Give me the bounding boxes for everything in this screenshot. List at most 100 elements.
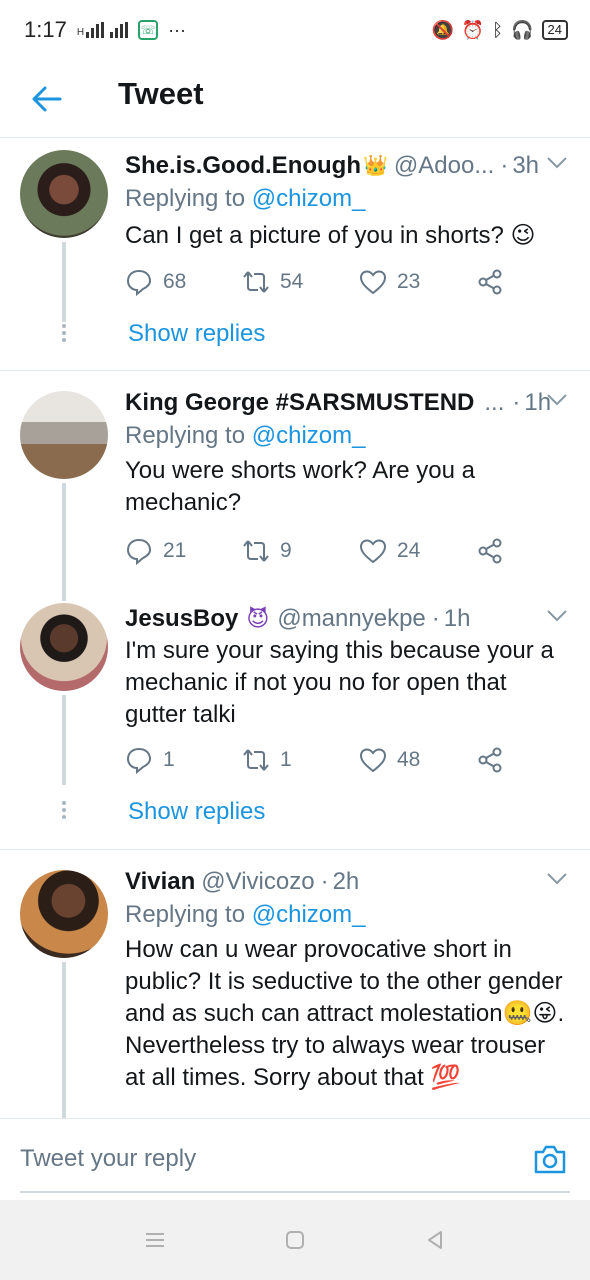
timestamp: 3h [512, 152, 540, 179]
thread-line [62, 962, 66, 1118]
tweet-actions: 68 54 23 [125, 268, 590, 296]
menu-icon[interactable] [143, 1228, 167, 1252]
thread-line [62, 242, 66, 322]
reply-button[interactable]: 1 [125, 746, 242, 774]
thread-line [62, 483, 66, 601]
replying-label: Replying to [125, 901, 246, 928]
crown-emoji: 👑 [363, 155, 388, 177]
display-name[interactable]: Vivian [125, 866, 195, 898]
time-separator: · [512, 389, 521, 416]
show-replies-link[interactable]: Show replies [128, 320, 265, 348]
display-name[interactable]: She.is.Good.Enough [125, 150, 361, 182]
chevron-down-icon[interactable] [546, 872, 568, 886]
thread-dots [61, 324, 67, 345]
chevron-down-icon[interactable] [546, 609, 568, 623]
reply-input[interactable]: Tweet your reply [20, 1145, 196, 1173]
avatar[interactable] [20, 603, 108, 691]
display-name[interactable]: JesusBoy [125, 603, 238, 635]
tweet[interactable]: King George #SARSMUSTEND ... · 1h Replyi… [0, 371, 590, 601]
like-button[interactable]: 48 [359, 746, 476, 774]
time-separator: · [500, 152, 509, 179]
like-button[interactable]: 24 [359, 537, 476, 565]
battery-level: 24 [547, 22, 562, 37]
retweet-count: 54 [280, 270, 304, 293]
network-type-label: H [76, 27, 85, 38]
more-notifications-icon: ··· [168, 19, 187, 40]
avatar[interactable] [20, 391, 108, 479]
retweet-button[interactable]: 54 [242, 268, 359, 296]
headphones-icon: 🎧 [511, 19, 534, 40]
heart-icon [359, 539, 387, 564]
back-icon[interactable] [423, 1228, 447, 1252]
mention-link[interactable]: @chizom_ [252, 185, 366, 212]
reply-count: 1 [163, 748, 175, 771]
clock: 1:17 [24, 17, 67, 42]
replying-label: Replying to [125, 422, 246, 449]
signal-icon: H [76, 22, 129, 38]
retweet-button[interactable]: 1 [242, 746, 359, 774]
system-navigation-bar [0, 1200, 590, 1280]
share-icon [478, 538, 502, 564]
retweet-icon [243, 271, 269, 293]
tweet-actions: 1 1 48 [125, 746, 590, 774]
share-button[interactable] [476, 746, 590, 774]
retweet-icon [243, 540, 269, 562]
devil-emoji: 😈 [246, 606, 270, 631]
thread-line [62, 695, 66, 785]
mention-link[interactable]: @chizom_ [252, 422, 366, 449]
time-separator: · [431, 605, 440, 632]
avatar[interactable] [20, 150, 108, 238]
camera-icon[interactable] [532, 1141, 568, 1177]
reply-button[interactable]: 68 [125, 268, 242, 296]
reply-count: 21 [163, 539, 187, 562]
reply-icon [126, 269, 152, 296]
tweet[interactable]: Vivian @Vivicozo · 2h Replying to @chizo… [0, 850, 590, 1118]
home-icon[interactable] [283, 1228, 307, 1252]
mention-link[interactable]: @chizom_ [252, 901, 366, 928]
reply-button[interactable]: 21 [125, 537, 242, 565]
retweet-button[interactable]: 9 [242, 537, 359, 565]
replying-to: Replying to @chizom_ [125, 419, 570, 453]
tweet-text: You were shorts work? Are you a mechanic… [125, 457, 475, 516]
heart-icon [359, 270, 387, 295]
tweet[interactable]: JesusBoy 😈 @mannyekpe · 1h I'm sure your… [0, 601, 590, 849]
tweet-actions: 21 9 24 [125, 537, 590, 565]
tweet[interactable]: She.is.Good.Enough 👑 @Adoo... · 3h Reply… [0, 138, 590, 370]
whatsapp-icon: ☏ [138, 20, 159, 40]
like-button[interactable]: 23 [359, 268, 476, 296]
share-button[interactable] [476, 268, 590, 296]
handle[interactable]: @mannyekpe [277, 603, 425, 635]
timestamp: 2h [332, 868, 360, 895]
share-button[interactable] [476, 537, 590, 565]
handle[interactable]: @Vivicozo [201, 866, 314, 898]
share-icon [478, 747, 502, 773]
show-replies-link[interactable]: Show replies [128, 798, 265, 826]
reply-input-underline [20, 1191, 570, 1193]
retweet-icon [243, 749, 269, 771]
status-bar: 1:17 H ☏ ··· 🔕 ⏰ ᛒ 🎧 24 [0, 0, 590, 60]
replying-to: Replying to @chizom_ [125, 898, 570, 932]
reply-count: 68 [163, 270, 187, 293]
header: Tweet [0, 60, 590, 138]
heart-icon [359, 748, 387, 773]
alarm-icon: ⏰ [461, 19, 485, 40]
handle[interactable]: ... [484, 387, 504, 419]
mute-icon: 🔕 [431, 19, 454, 40]
reply-composer: Tweet your reply [0, 1118, 590, 1200]
handle[interactable]: @Adoo... [394, 150, 494, 182]
share-icon [478, 269, 502, 295]
reply-icon [126, 538, 152, 565]
replying-label: Replying to [125, 185, 246, 212]
time-separator: · [320, 868, 329, 895]
replying-to: Replying to @chizom_ [125, 182, 570, 216]
chevron-down-icon[interactable] [546, 393, 568, 407]
bluetooth-icon: ᛒ [492, 19, 504, 40]
display-name[interactable]: King George #SARSMUSTEND [125, 387, 474, 419]
avatar[interactable] [20, 870, 108, 958]
chevron-down-icon[interactable] [546, 156, 568, 170]
tweet-text: How can u wear provocative short in publ… [125, 936, 565, 1091]
reply-feed: She.is.Good.Enough 👑 @Adoo... · 3h Reply… [0, 138, 590, 1118]
retweet-count: 9 [280, 539, 292, 562]
reply-icon [126, 747, 152, 774]
back-arrow-icon[interactable] [30, 82, 64, 116]
